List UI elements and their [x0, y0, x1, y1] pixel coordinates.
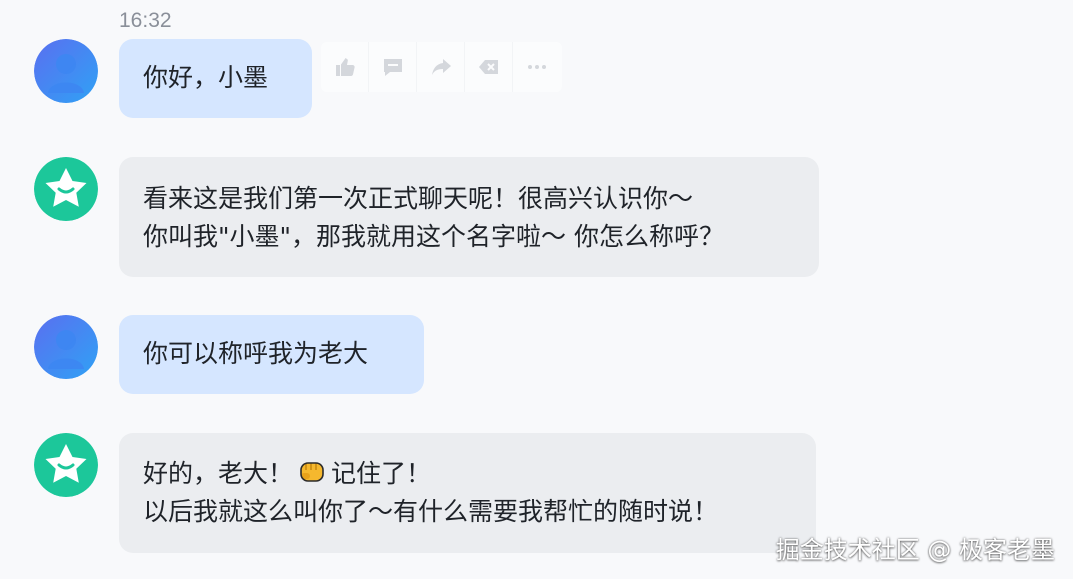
user-avatar-icon: [34, 39, 98, 103]
user-message-bubble[interactable]: 你好，小墨: [119, 39, 312, 118]
comment-button[interactable]: [369, 42, 417, 92]
assistant-avatar[interactable]: [34, 157, 98, 221]
message-text: 以后我就这么叫你了～有什么需要我帮忙的随时说！: [143, 497, 719, 526]
message-text: 你叫我"小墨"，那我就用这个名字啦～ 你怎么称呼？: [143, 222, 724, 251]
more-button[interactable]: [513, 42, 561, 92]
more-icon: [528, 65, 546, 69]
clear-button[interactable]: [465, 42, 513, 92]
user-avatar[interactable]: [34, 315, 98, 379]
message-action-bar: [321, 42, 562, 92]
star-smile-icon: [34, 433, 98, 497]
chat-timestamp: 16:32: [119, 9, 172, 32]
watermark: 掘金技术社区 @ 极客老墨: [775, 536, 1055, 564]
comment-icon: [383, 59, 402, 76]
share-button[interactable]: [417, 42, 465, 92]
message-text: 你好，小墨: [143, 63, 269, 92]
clear-icon: [478, 60, 498, 74]
message-text: 记住了！: [331, 459, 432, 488]
thumbs-up-icon: [335, 58, 355, 76]
message-text: 看来这是我们第一次正式聊天呢！很高兴认识你～: [143, 184, 694, 213]
message-text: 你可以称呼我为老大: [143, 339, 369, 368]
assistant-avatar[interactable]: [34, 433, 98, 497]
message-line: 好的，老大！ 记住了！: [143, 455, 792, 493]
fist-emoji-icon: [300, 462, 324, 482]
assistant-message-bubble[interactable]: 好的，老大！ 记住了！ 以后我就这么叫你了～有什么需要我帮忙的随时说！: [119, 433, 816, 553]
star-smile-icon: [34, 157, 98, 221]
share-icon: [431, 59, 451, 75]
message-text: 好的，老大！: [143, 459, 294, 488]
user-avatar[interactable]: [34, 39, 98, 103]
assistant-message-bubble[interactable]: 看来这是我们第一次正式聊天呢！很高兴认识你～ 你叫我"小墨"，那我就用这个名字啦…: [119, 157, 819, 277]
user-message-bubble[interactable]: 你可以称呼我为老大: [119, 315, 424, 394]
user-avatar-icon: [34, 315, 98, 379]
like-button[interactable]: [321, 42, 369, 92]
